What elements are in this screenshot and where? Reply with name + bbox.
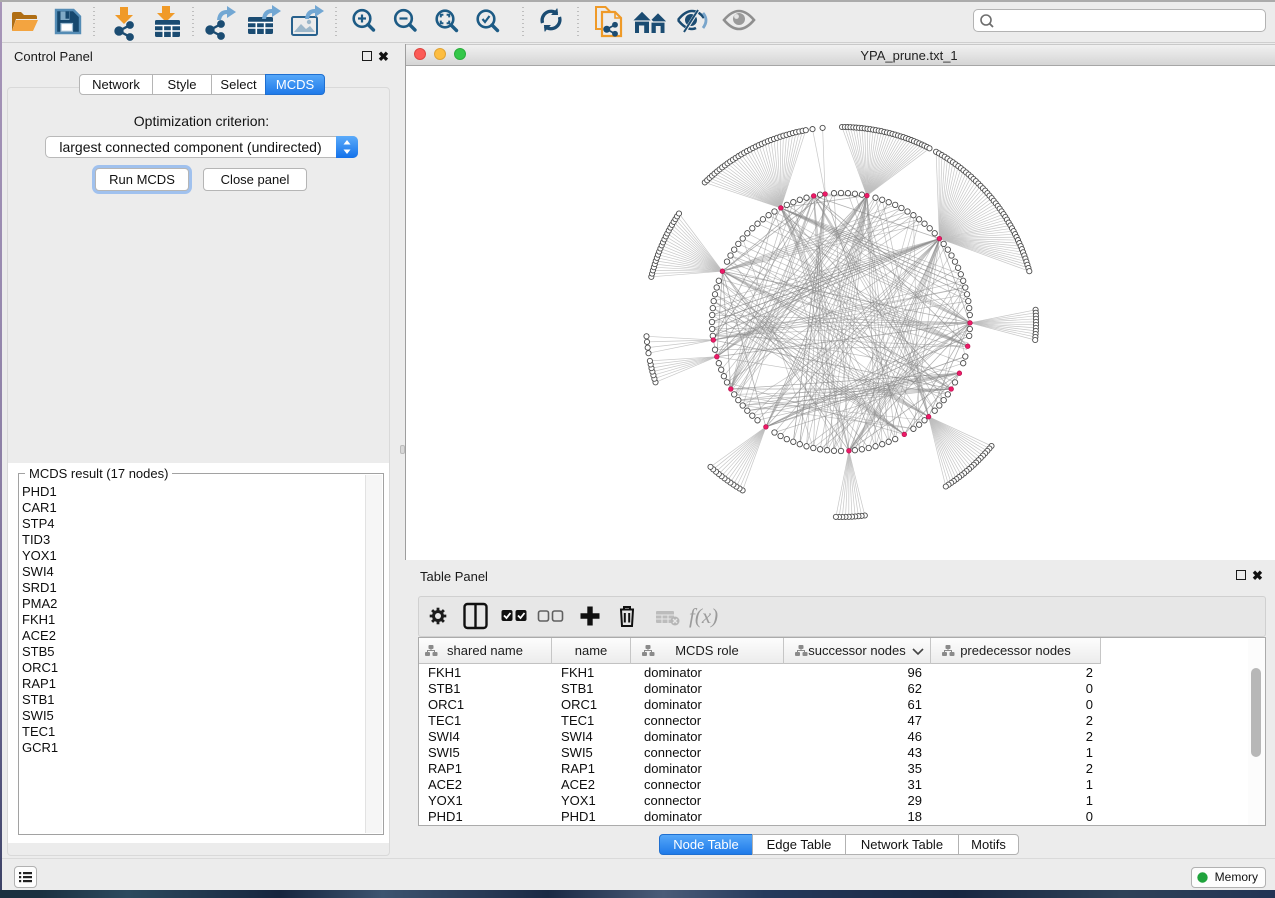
svg-text:f(x): f(x): [689, 604, 718, 628]
